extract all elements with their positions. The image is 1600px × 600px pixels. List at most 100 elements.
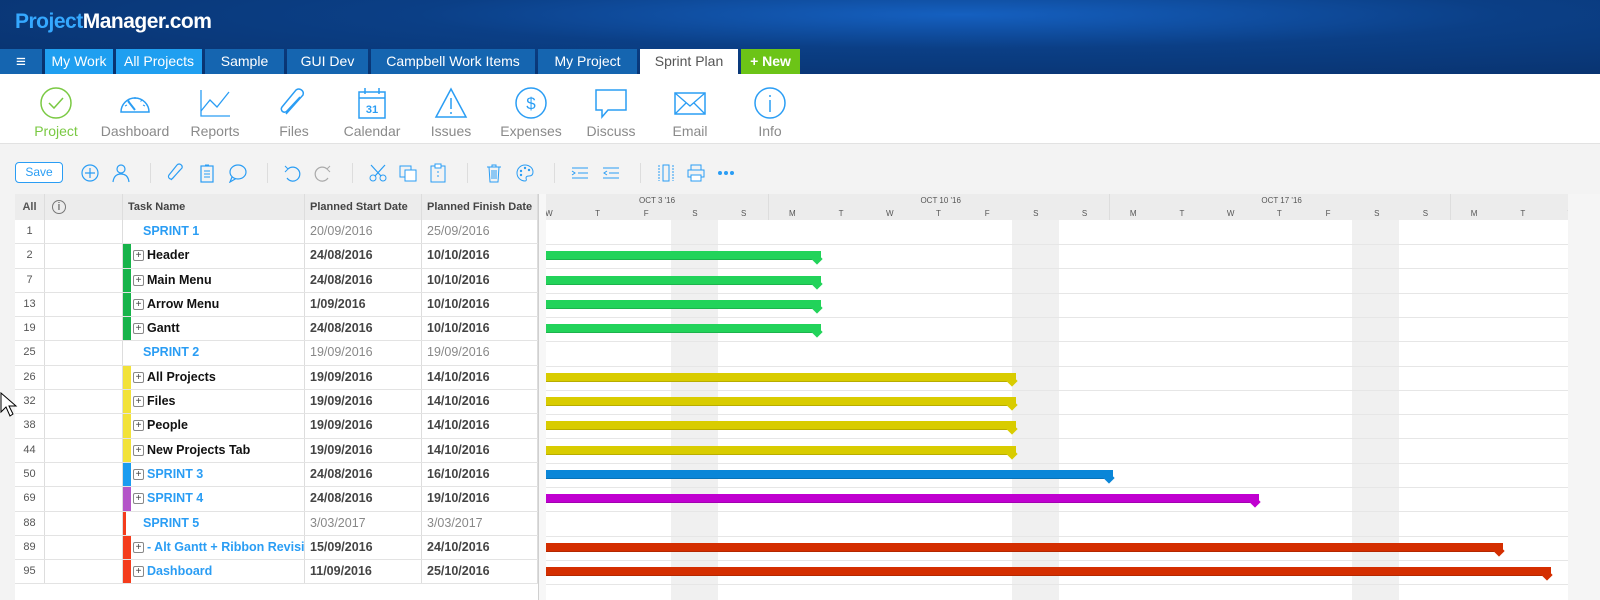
table-row[interactable]: 1 SPRINT 1 20/09/2016 25/09/2016: [15, 220, 538, 245]
expand-icon[interactable]: +: [133, 274, 144, 286]
tab-campbell-work-items[interactable]: Campbell Work Items: [371, 49, 535, 74]
gantt-bar[interactable]: [546, 445, 1018, 460]
task-name-cell[interactable]: + Dashboard: [123, 560, 305, 584]
add-button[interactable]: [80, 163, 100, 183]
info-cell[interactable]: [45, 220, 123, 244]
delete-button[interactable]: [484, 163, 504, 183]
start-date-cell[interactable]: 1/09/2016: [305, 292, 422, 317]
ribbon-info[interactable]: Info: [730, 86, 810, 139]
expand-icon[interactable]: +: [133, 566, 144, 578]
task-name-cell[interactable]: +- Alt Gantt + Ribbon Revisions: [123, 535, 305, 560]
task-name-cell[interactable]: SPRINT 2: [123, 341, 305, 365]
attach-button[interactable]: [166, 163, 186, 183]
start-date-header[interactable]: Planned Start Date: [305, 194, 422, 220]
gantt-bar[interactable]: [546, 421, 1018, 436]
indent-button[interactable]: [570, 163, 590, 183]
expand-icon[interactable]: +: [133, 323, 144, 335]
info-cell[interactable]: [45, 414, 123, 438]
task-name-header[interactable]: Task Name: [123, 194, 305, 220]
table-row[interactable]: 7 + Main Menu 24/08/2016 10/10/2016: [15, 268, 538, 293]
finish-date-cell[interactable]: 24/10/2016: [422, 535, 538, 560]
table-row[interactable]: 38 + People 19/09/2016 14/10/2016: [15, 414, 538, 439]
more-button[interactable]: [716, 163, 736, 183]
task-name-cell[interactable]: + Main Menu: [123, 268, 305, 292]
finish-date-cell[interactable]: 3/03/2017: [422, 511, 538, 535]
start-date-cell[interactable]: 24/08/2016: [305, 244, 422, 268]
info-cell[interactable]: [45, 292, 123, 317]
gantt-bar[interactable]: [546, 372, 1018, 387]
pane-splitter[interactable]: [539, 194, 546, 600]
ribbon-project[interactable]: Project: [16, 86, 96, 139]
table-row[interactable]: 95 + Dashboard 11/09/2016 25/10/2016: [15, 560, 538, 585]
ribbon-issues[interactable]: Issues: [411, 86, 491, 139]
start-date-cell[interactable]: 19/09/2016: [305, 341, 422, 365]
gantt-bar[interactable]: [546, 494, 1261, 508]
finish-date-cell[interactable]: 10/10/2016: [422, 292, 538, 317]
comment-button[interactable]: [227, 163, 247, 184]
expand-icon[interactable]: +: [133, 493, 144, 505]
expand-icon[interactable]: +: [133, 250, 144, 262]
info-cell[interactable]: [45, 462, 123, 487]
gantt-bar[interactable]: [546, 324, 823, 338]
ribbon-email[interactable]: Email: [650, 86, 730, 139]
ribbon-files[interactable]: Files: [254, 86, 334, 139]
finish-date-cell[interactable]: 14/10/2016: [422, 438, 538, 462]
task-name-cell[interactable]: + All Projects: [123, 365, 305, 390]
start-date-cell[interactable]: 15/09/2016: [305, 535, 422, 560]
table-row[interactable]: 44 + New Projects Tab 19/09/2016 14/10/2016: [15, 438, 538, 463]
finish-date-cell[interactable]: 14/10/2016: [422, 390, 538, 414]
select-all-header[interactable]: All: [15, 194, 45, 220]
palette-button[interactable]: [515, 163, 535, 183]
info-cell[interactable]: [45, 268, 123, 292]
gantt-bar[interactable]: [546, 251, 823, 265]
finish-date-cell[interactable]: 10/10/2016: [422, 268, 538, 292]
start-date-cell[interactable]: 24/08/2016: [305, 317, 422, 341]
start-date-cell[interactable]: 24/08/2016: [305, 462, 422, 487]
undo-button[interactable]: [282, 163, 302, 183]
tab-new[interactable]: + New: [741, 49, 800, 74]
table-row[interactable]: 19 + Gantt 24/08/2016 10/10/2016: [15, 317, 538, 342]
table-row[interactable]: 32 + Files 19/09/2016 14/10/2016: [15, 390, 538, 415]
finish-date-cell[interactable]: 14/10/2016: [422, 365, 538, 390]
info-cell[interactable]: [45, 317, 123, 341]
finish-date-cell[interactable]: 16/10/2016: [422, 462, 538, 487]
save-button[interactable]: Save: [15, 162, 63, 183]
table-row[interactable]: 69 + SPRINT 4 24/08/2016 19/10/2016: [15, 487, 538, 512]
finish-date-cell[interactable]: 19/09/2016: [422, 341, 538, 365]
task-name-cell[interactable]: + Header: [123, 244, 305, 268]
start-date-cell[interactable]: 24/08/2016: [305, 268, 422, 292]
start-date-cell[interactable]: 19/09/2016: [305, 438, 422, 462]
finish-date-cell[interactable]: 19/10/2016: [422, 487, 538, 511]
ribbon-reports[interactable]: Reports: [175, 86, 255, 139]
ribbon-expenses[interactable]: $ Expenses: [491, 86, 571, 139]
table-row[interactable]: 88 SPRINT 5 3/03/2017 3/03/2017: [15, 511, 538, 536]
gantt-bar[interactable]: [546, 567, 1553, 581]
tab-my-work[interactable]: My Work: [45, 49, 113, 74]
finish-date-cell[interactable]: 25/10/2016: [422, 560, 538, 584]
redo-button[interactable]: [313, 163, 333, 183]
tab-my-project[interactable]: My Project: [538, 49, 637, 74]
expand-icon[interactable]: +: [133, 298, 144, 310]
tab-sprint-plan[interactable]: Sprint Plan: [640, 49, 738, 74]
table-row[interactable]: 25 SPRINT 2 19/09/2016 19/09/2016: [15, 341, 538, 366]
print-button[interactable]: [686, 163, 706, 183]
cut-button[interactable]: [368, 163, 388, 183]
start-date-cell[interactable]: 3/03/2017: [305, 511, 422, 535]
start-date-cell[interactable]: 24/08/2016: [305, 487, 422, 511]
expand-icon[interactable]: +: [133, 468, 144, 480]
start-date-cell[interactable]: 11/09/2016: [305, 560, 422, 584]
info-cell[interactable]: [45, 438, 123, 462]
finish-date-cell[interactable]: 10/10/2016: [422, 317, 538, 341]
task-name-cell[interactable]: + New Projects Tab: [123, 438, 305, 462]
task-name-cell[interactable]: + Gantt: [123, 317, 305, 341]
info-cell[interactable]: [45, 244, 123, 268]
task-name-cell[interactable]: + SPRINT 4: [123, 487, 305, 511]
ribbon-dashboard[interactable]: Dashboard: [95, 86, 175, 139]
tab-gui-dev[interactable]: GUI Dev: [287, 49, 368, 74]
start-date-cell[interactable]: 19/09/2016: [305, 414, 422, 438]
expand-icon[interactable]: +: [133, 396, 144, 408]
table-row[interactable]: 89 +- Alt Gantt + Ribbon Revisions15/09/2…: [15, 535, 538, 561]
copy-button[interactable]: [398, 163, 418, 183]
user-button[interactable]: [111, 163, 131, 183]
info-cell[interactable]: [45, 511, 123, 535]
